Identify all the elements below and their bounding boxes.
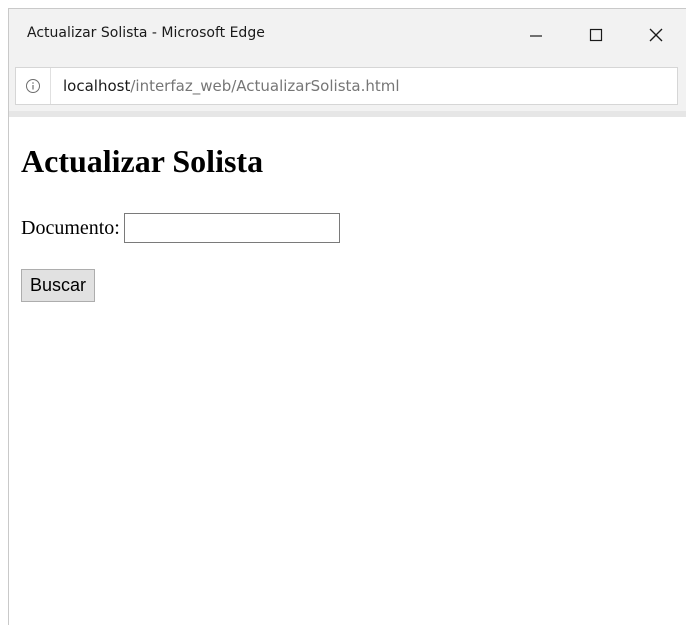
browser-window: Actualizar Solista - Microsoft Edge loca… — [8, 8, 686, 625]
url-text: localhost/interfaz_web/ActualizarSolista… — [63, 77, 400, 95]
address-bar: localhost/interfaz_web/ActualizarSolista… — [9, 61, 686, 111]
documento-input[interactable] — [123, 213, 340, 243]
maximize-icon — [589, 28, 603, 42]
url-host: localhost — [63, 77, 131, 95]
window-title: Actualizar Solista - Microsoft Edge — [27, 25, 265, 41]
minimize-icon — [530, 35, 542, 37]
info-icon[interactable] — [16, 68, 51, 104]
buscar-button[interactable]: Buscar — [21, 269, 96, 302]
url-path: /interfaz_web/ActualizarSolista.html — [130, 77, 400, 95]
documento-row: Documento: — [21, 213, 340, 243]
title-bar: Actualizar Solista - Microsoft Edge — [9, 9, 686, 61]
maximize-button[interactable] — [566, 9, 626, 61]
window-controls — [506, 9, 686, 61]
url-field[interactable]: localhost/interfaz_web/ActualizarSolista… — [15, 67, 678, 105]
page-content: Actualizar Solista Documento: Buscar — [9, 117, 686, 625]
page-title: Actualizar Solista — [21, 143, 264, 179]
close-button[interactable] — [626, 9, 686, 61]
documento-label: Documento: — [21, 216, 120, 239]
minimize-button[interactable] — [506, 9, 566, 61]
close-icon — [649, 28, 663, 42]
